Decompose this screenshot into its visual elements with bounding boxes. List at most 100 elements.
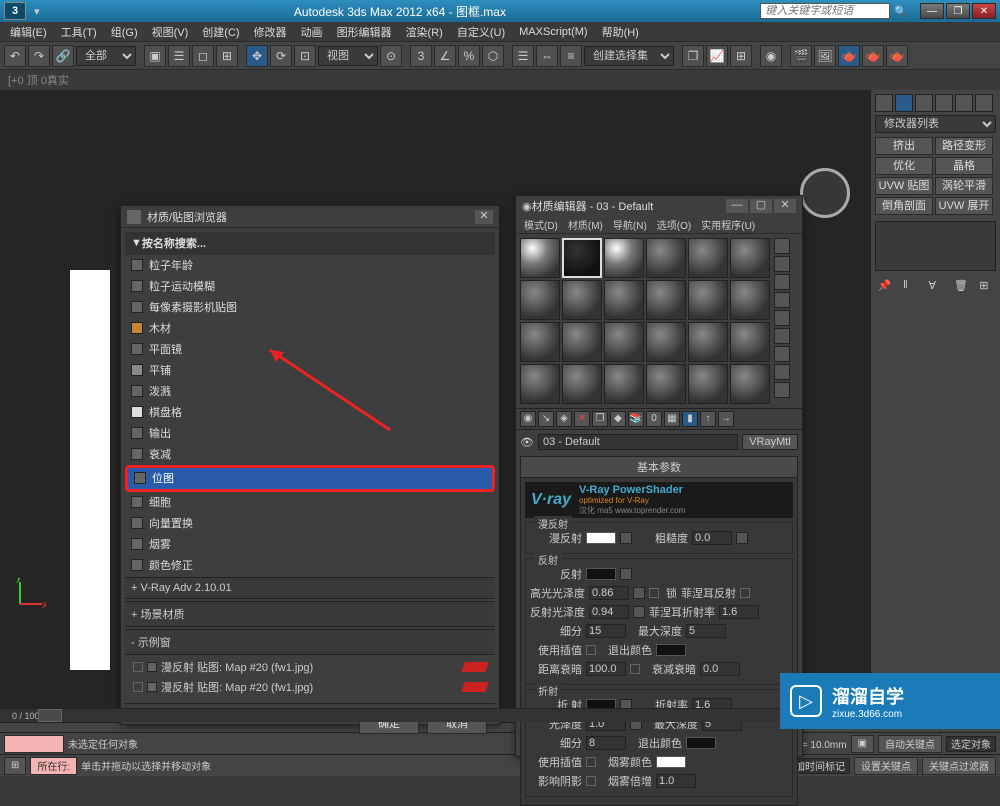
mat-slot[interactable] — [688, 322, 728, 362]
help-search-input[interactable] — [760, 3, 890, 19]
options-icon[interactable] — [774, 346, 790, 362]
render-prod-button[interactable]: 🫖 — [862, 45, 884, 67]
browser-list[interactable]: 粒子年龄 粒子运动模糊 每像素摄影机贴图 木材 平面镜 平铺 泼溅 棋盘格 输出… — [125, 255, 495, 575]
move-button[interactable]: ✥ — [246, 45, 268, 67]
hierarchy-tab-icon[interactable] — [915, 94, 933, 112]
fresnel-checkbox[interactable] — [740, 588, 750, 598]
reflect-map-button[interactable] — [620, 568, 632, 580]
reflect-color-swatch[interactable] — [586, 568, 616, 580]
fog-color-swatch[interactable] — [656, 756, 686, 768]
put-library-icon[interactable]: 📚 — [628, 411, 644, 427]
unique-icon[interactable]: ∀ — [928, 279, 942, 293]
refl-depth-spinner[interactable] — [686, 624, 726, 638]
mat-id-icon[interactable]: 0 — [646, 411, 662, 427]
browser-section-vray[interactable]: + V-Ray Adv 2.10.01 — [125, 577, 495, 599]
selection-set-dropdown[interactable]: 创建选择集 — [584, 46, 674, 66]
menu-customize[interactable]: 自定义(U) — [451, 22, 511, 42]
mateditor-titlebar[interactable]: ◉ 材质编辑器 - 03 - Default — ▢ ✕ — [516, 196, 802, 216]
select-region-button[interactable]: ◻ — [192, 45, 214, 67]
modify-tab-icon[interactable] — [895, 94, 913, 112]
browser-search-header[interactable]: ▼ 按名称搜索... — [125, 232, 495, 255]
go-parent-icon[interactable]: ↑ — [700, 411, 716, 427]
menu-view[interactable]: 视图(V) — [146, 22, 195, 42]
render-iter-button[interactable]: 🫖 — [886, 45, 908, 67]
mat-slot[interactable] — [562, 364, 602, 404]
utilities-tab-icon[interactable] — [975, 94, 993, 112]
refl-subdiv-spinner[interactable] — [586, 624, 626, 638]
menu-tools[interactable]: 工具(T) — [55, 22, 103, 42]
mateditor-min-button[interactable]: — — [726, 199, 748, 213]
select-name-button[interactable]: ☰ — [168, 45, 190, 67]
render-setup-button[interactable]: 🎬 — [790, 45, 812, 67]
selection-filter[interactable]: 全部 — [76, 46, 136, 66]
mod-uvwunwrap[interactable]: UVW 展开 — [935, 197, 993, 215]
mat-slot[interactable] — [520, 364, 560, 404]
mod-lattice[interactable]: 晶格 — [935, 157, 993, 175]
mod-turbosmooth[interactable]: 涡轮平滑 — [935, 177, 993, 195]
browser-titlebar[interactable]: 材质/贴图浏览器 ✕ — [121, 206, 499, 228]
material-editor-button[interactable]: ◉ — [760, 45, 782, 67]
menu-render[interactable]: 渲染(R) — [400, 22, 449, 42]
create-tab-icon[interactable] — [875, 94, 893, 112]
display-tab-icon[interactable] — [955, 94, 973, 112]
mat-slot[interactable] — [688, 280, 728, 320]
menu-modifier[interactable]: 修改器 — [248, 22, 293, 42]
layer-button[interactable]: ❐ — [682, 45, 704, 67]
restore-button[interactable]: ❐ — [946, 3, 970, 19]
mateditor-close-button[interactable]: ✕ — [774, 199, 796, 213]
affect-shadow-checkbox[interactable] — [586, 776, 596, 786]
snap-toggle-button[interactable]: 3 — [410, 45, 432, 67]
menu-maxscript[interactable]: MAXScript(M) — [513, 24, 593, 40]
show-result-icon[interactable]: ‖ — [903, 279, 917, 293]
select-button[interactable]: ▣ — [144, 45, 166, 67]
mat-slot[interactable] — [562, 322, 602, 362]
mod-uvwmap[interactable]: UVW 贴图 — [875, 177, 933, 195]
named-selset-button[interactable]: ☰ — [512, 45, 534, 67]
mat-map-nav-icon[interactable] — [774, 382, 790, 398]
render-frame-button[interactable]: 🖼 — [814, 45, 836, 67]
mat-slot[interactable] — [520, 280, 560, 320]
status-swatch[interactable] — [4, 735, 64, 753]
mod-optimize[interactable]: 优化 — [875, 157, 933, 175]
reset-mat-icon[interactable]: ✕ — [574, 411, 590, 427]
mod-pathdeform[interactable]: 路径变形 — [935, 137, 993, 155]
roughness-spinner[interactable] — [692, 531, 732, 545]
mat-slot[interactable] — [604, 280, 644, 320]
motion-tab-icon[interactable] — [935, 94, 953, 112]
diffuse-map-button[interactable] — [620, 532, 632, 544]
undo-button[interactable]: ↶ — [4, 45, 26, 67]
refl-interp-checkbox[interactable] — [586, 645, 596, 655]
window-crossing-button[interactable]: ⊞ — [216, 45, 238, 67]
mod-extrude[interactable]: 挤出 — [875, 137, 933, 155]
close-button[interactable]: ✕ — [972, 3, 996, 19]
mat-slot-active[interactable] — [562, 238, 602, 278]
lock-checkbox[interactable] — [649, 588, 659, 598]
mat-slot[interactable] — [520, 322, 560, 362]
matmenu-options[interactable]: 选项(O) — [653, 216, 695, 233]
browser-close-button[interactable]: ✕ — [475, 210, 493, 224]
schematic-button[interactable]: ⊞ — [730, 45, 752, 67]
material-name-input[interactable] — [538, 434, 738, 450]
put-mat-icon[interactable]: ↘ — [538, 411, 554, 427]
background-icon[interactable] — [774, 274, 790, 290]
scale-button[interactable]: ⊡ — [294, 45, 316, 67]
pivot-button[interactable]: ⊙ — [380, 45, 402, 67]
isolate-button[interactable]: ▣ — [851, 735, 874, 753]
matmenu-util[interactable]: 实用程序(U) — [697, 216, 759, 233]
show-map-icon[interactable]: ▦ — [664, 411, 680, 427]
autokey-button[interactable]: 自动关键点 — [878, 735, 942, 753]
redo-button[interactable]: ↷ — [28, 45, 50, 67]
modifier-list-dropdown[interactable]: 修改器列表 — [875, 115, 996, 133]
script-listener-icon[interactable]: ⊞ — [4, 757, 26, 775]
angle-snap-button[interactable]: ∠ — [434, 45, 456, 67]
mat-slot[interactable] — [562, 280, 602, 320]
align-button[interactable]: ≡ — [560, 45, 582, 67]
key-selset[interactable]: 选定对象 — [946, 736, 996, 752]
minimize-button[interactable]: — — [920, 3, 944, 19]
mat-slot[interactable] — [604, 322, 644, 362]
remove-mod-icon[interactable]: 🗑 — [954, 279, 968, 293]
viewport-label[interactable]: [+0 顶 0真实 — [0, 70, 1000, 90]
video-check-icon[interactable] — [774, 310, 790, 326]
viewcube[interactable] — [800, 168, 850, 218]
render-button[interactable]: 🫖 — [838, 45, 860, 67]
